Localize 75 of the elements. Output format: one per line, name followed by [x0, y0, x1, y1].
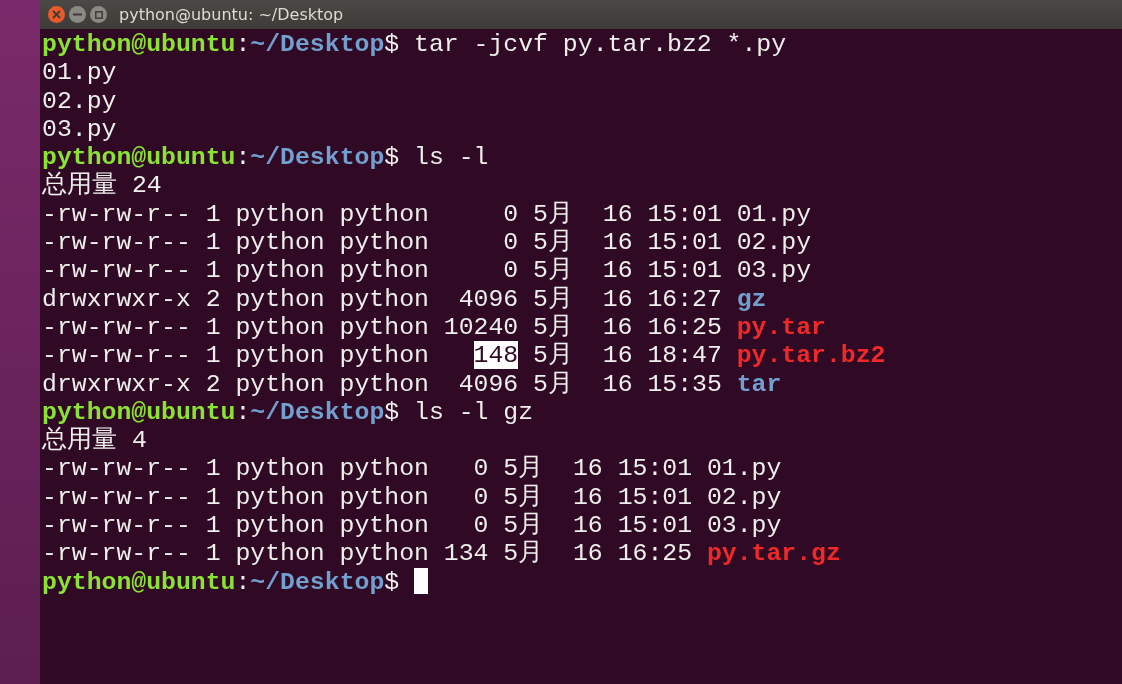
- file-attributes: -rw-rw-r-- 1 python python: [42, 511, 429, 540]
- prompt-symbol: $: [384, 143, 400, 172]
- prompt-user-host: python@ubuntu: [42, 567, 236, 596]
- maximize-button[interactable]: [90, 6, 107, 23]
- prompt-symbol: $: [384, 30, 400, 58]
- file-size: 148: [473, 341, 519, 370]
- file-date: 5月 16 15:01: [533, 199, 722, 228]
- prompt-path: ~/Desktop: [250, 397, 385, 426]
- prompt-path: ~/Desktop: [250, 567, 385, 596]
- prompt-separator: :: [235, 567, 251, 596]
- command-text: tar -jcvf py.tar.bz2 *.py: [414, 30, 787, 58]
- file-date: 5月 16 15:01: [503, 511, 693, 540]
- output-text: 总用量 24: [42, 171, 162, 200]
- file-date: 5月 16 15:01: [533, 228, 722, 257]
- file-name: gz: [736, 284, 767, 313]
- file-attributes: -rw-rw-r-- 1 python python: [42, 482, 429, 511]
- file-attributes: -rw-rw-r-- 1 python python: [42, 341, 429, 370]
- prompt-user-host: python@ubuntu: [42, 30, 236, 58]
- file-date: 5月 16 16:27: [533, 284, 722, 313]
- prompt-separator: :: [235, 143, 251, 172]
- file-name: 03.py: [736, 256, 812, 285]
- window-title: python@ubuntu: ~/Desktop: [119, 3, 344, 26]
- prompt-symbol: $: [384, 397, 400, 426]
- prompt-separator: :: [235, 397, 251, 426]
- command-text: ls -l: [414, 143, 489, 172]
- prompt-symbol: $: [384, 567, 400, 596]
- file-date: 5月 16 15:01: [533, 256, 722, 285]
- output-text: 总用量 4: [42, 426, 147, 455]
- file-size: 4096: [458, 284, 519, 313]
- file-date: 5月 16 16:25: [533, 312, 722, 341]
- minimize-icon: [73, 13, 82, 16]
- file-name: 01.py: [736, 199, 812, 228]
- close-button[interactable]: [48, 6, 65, 23]
- file-name: 03.py: [706, 511, 782, 540]
- minimize-button[interactable]: [69, 6, 86, 23]
- command-text: ls -l gz: [414, 397, 534, 426]
- file-name: py.tar: [736, 312, 826, 341]
- close-icon: [52, 10, 61, 19]
- file-date: 5月 16 15:35: [533, 369, 722, 398]
- output-text: 02.py: [42, 86, 117, 115]
- file-name: 02.py: [736, 228, 812, 257]
- prompt-separator: :: [235, 30, 251, 58]
- file-date: 5月 16 16:25: [503, 539, 693, 568]
- output-text: 03.py: [42, 114, 117, 143]
- file-name: 01.py: [706, 454, 782, 483]
- file-attributes: drwxrwxr-x 2 python python: [42, 369, 429, 398]
- file-date: 5月 16 15:01: [503, 454, 693, 483]
- prompt-user-host: python@ubuntu: [42, 143, 236, 172]
- file-name: py.tar.bz2: [736, 341, 886, 370]
- file-date: 5月 16 18:47: [533, 341, 722, 370]
- file-size: 0: [473, 454, 489, 483]
- file-attributes: -rw-rw-r-- 1 python python: [42, 199, 429, 228]
- file-name: 02.py: [706, 482, 782, 511]
- file-attributes: -rw-rw-r-- 1 python python: [42, 454, 429, 483]
- file-size: 134: [443, 539, 489, 568]
- file-name: tar: [736, 369, 782, 398]
- file-size: 0: [473, 482, 489, 511]
- file-size: 0: [473, 511, 489, 540]
- file-date: 5月 16 15:01: [503, 482, 693, 511]
- prompt-path: ~/Desktop: [250, 143, 385, 172]
- file-attributes: -rw-rw-r-- 1 python python: [42, 312, 429, 341]
- file-size: 10240: [443, 312, 519, 341]
- file-size: 0: [503, 199, 519, 228]
- prompt-path: ~/Desktop: [250, 30, 385, 58]
- file-attributes: drwxrwxr-x 2 python python: [42, 284, 429, 313]
- maximize-icon: [94, 10, 103, 19]
- file-size: 0: [503, 228, 519, 257]
- output-text: 01.py: [42, 58, 117, 87]
- file-attributes: -rw-rw-r-- 1 python python: [42, 256, 429, 285]
- file-attributes: -rw-rw-r-- 1 python python: [42, 228, 429, 257]
- file-attributes: -rw-rw-r-- 1 python python: [42, 539, 429, 568]
- file-size: 0: [503, 256, 519, 285]
- prompt-user-host: python@ubuntu: [42, 397, 236, 426]
- file-size: 4096: [458, 369, 519, 398]
- file-name: py.tar.gz: [706, 539, 841, 568]
